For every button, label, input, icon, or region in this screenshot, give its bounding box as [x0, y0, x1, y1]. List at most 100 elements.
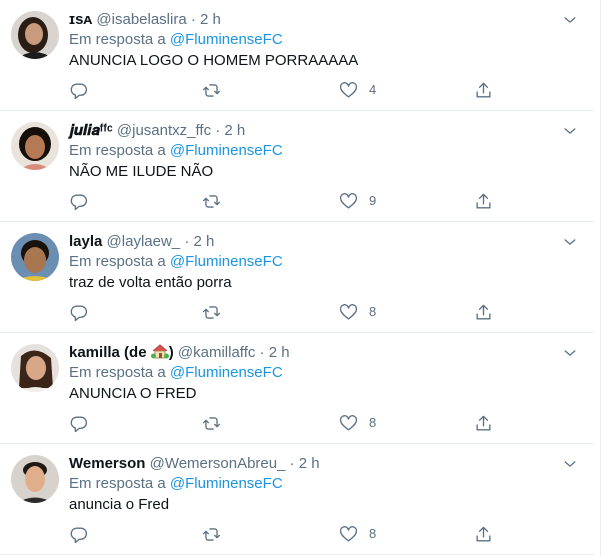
retweet-button[interactable] [202, 190, 221, 212]
share-button[interactable] [474, 412, 493, 434]
retweet-button[interactable] [202, 523, 221, 545]
avatar[interactable] [11, 455, 59, 503]
display-name[interactable]: layla [69, 233, 102, 250]
tweet-time[interactable]: 2 h [299, 455, 320, 472]
display-name-close: ) [168, 344, 174, 361]
reply-prefix: Em resposta a [69, 364, 166, 381]
avatar-photo [11, 11, 59, 59]
reply-button[interactable] [69, 190, 88, 212]
reply-context: Em resposta a @FluminenseFC [69, 252, 283, 272]
separator-dot: · [190, 11, 196, 28]
like-count: 8 [369, 526, 377, 541]
tweet-text: ANUNCIA O FRED [69, 385, 197, 402]
display-name[interactable]: Wemerson [69, 455, 145, 472]
chevron-down-icon [564, 17, 576, 23]
share-button[interactable] [474, 190, 493, 212]
reply-prefix: Em resposta a [69, 142, 166, 159]
tweet-actions: 8 [69, 523, 509, 545]
chevron-down-icon [564, 350, 576, 356]
retweet-icon [202, 305, 221, 319]
retweet-button[interactable] [202, 412, 221, 434]
tweet[interactable]: ɪsᴀ @isabelaslira · 2 h Em resposta a @F… [0, 0, 594, 111]
tweet-header: layla @laylaew_ · 2 h [69, 232, 558, 252]
share-icon [476, 415, 491, 431]
tweet-time[interactable]: 2 h [269, 344, 290, 361]
more-options-button[interactable] [560, 10, 580, 30]
user-handle[interactable]: @isabelaslira [96, 11, 186, 28]
reply-mention-link[interactable]: @FluminenseFC [170, 253, 283, 270]
reply-mention-link[interactable]: @FluminenseFC [170, 142, 283, 159]
tweet[interactable]: 𝒋𝒖𝒍𝒊𝒂ᶠᶠᶜ @jusantxz_ffc · 2 h Em resposta… [0, 111, 594, 222]
reply-button[interactable] [69, 79, 88, 101]
reply-button[interactable] [69, 412, 88, 434]
share-button[interactable] [474, 301, 493, 323]
retweet-icon [202, 194, 221, 208]
more-options-button[interactable] [560, 121, 580, 141]
heart-icon [339, 81, 358, 98]
reply-mention-link[interactable]: @FluminenseFC [170, 31, 283, 48]
tweet-header: 𝒋𝒖𝒍𝒊𝒂ᶠᶠᶜ @jusantxz_ffc · 2 h [69, 121, 558, 141]
tweet-actions: 4 [69, 79, 509, 101]
more-options-button[interactable] [560, 343, 580, 363]
user-handle[interactable]: @jusantxz_ffc [117, 122, 211, 139]
tweet-time[interactable]: 2 h [200, 11, 221, 28]
display-name[interactable]: 𝒋𝒖𝒍𝒊𝒂ᶠᶠᶜ [69, 122, 113, 139]
reply-mention-link[interactable]: @FluminenseFC [170, 364, 283, 381]
avatar-photo [11, 344, 59, 392]
share-button[interactable] [474, 523, 493, 545]
share-icon [476, 193, 491, 209]
avatar[interactable] [11, 11, 59, 59]
reply-button[interactable] [69, 301, 88, 323]
reply-prefix: Em resposta a [69, 253, 166, 270]
reply-context: Em resposta a @FluminenseFC [69, 141, 283, 161]
more-options-button[interactable] [560, 454, 580, 474]
retweet-button[interactable] [202, 79, 221, 101]
share-icon [476, 304, 491, 320]
reply-icon [70, 304, 88, 321]
tweet[interactable]: layla @laylaew_ · 2 h Em resposta a @Flu… [0, 222, 594, 333]
user-handle[interactable]: @laylaew_ [107, 233, 181, 250]
reply-prefix: Em resposta a [69, 31, 166, 48]
tweet-time[interactable]: 2 h [193, 233, 214, 250]
reply-icon [70, 526, 88, 543]
separator-dot: · [259, 344, 265, 361]
retweet-icon [202, 416, 221, 430]
reply-mention-link[interactable]: @FluminenseFC [170, 475, 283, 492]
tweet-header: Wemerson @WemersonAbreu_ · 2 h [69, 454, 558, 474]
share-button[interactable] [474, 79, 493, 101]
display-name[interactable]: ɪsᴀ [69, 11, 92, 28]
heart-icon [339, 414, 358, 431]
more-options-button[interactable] [560, 232, 580, 252]
house-with-garden-icon [150, 344, 169, 359]
like-button[interactable]: 4 [339, 79, 376, 101]
avatar-photo [11, 122, 59, 170]
avatar[interactable] [11, 233, 59, 281]
tweet-text: NÃO ME ILUDE NÃO [69, 163, 214, 180]
chevron-down-icon [564, 239, 576, 245]
reply-button[interactable] [69, 523, 88, 545]
avatar-photo [11, 233, 59, 281]
reply-context: Em resposta a @FluminenseFC [69, 474, 283, 494]
reply-icon [70, 415, 88, 432]
tweet[interactable]: kamilla (de ) @kamillaffc · 2 h Em respo… [0, 333, 594, 444]
avatar-photo [11, 455, 59, 503]
like-count: 4 [369, 82, 377, 97]
heart-icon [339, 525, 358, 542]
like-button[interactable]: 8 [339, 412, 376, 434]
display-name[interactable]: kamilla (de ) [69, 344, 174, 361]
retweet-button[interactable] [202, 301, 221, 323]
like-button[interactable]: 9 [339, 190, 376, 212]
like-count: 9 [369, 193, 377, 208]
retweet-icon [202, 527, 221, 541]
tweet-text: anuncia o Fred [69, 496, 170, 513]
avatar[interactable] [11, 122, 59, 170]
like-count: 8 [369, 415, 377, 430]
tweet-time[interactable]: 2 h [224, 122, 245, 139]
like-button[interactable]: 8 [339, 523, 376, 545]
user-handle[interactable]: @WemersonAbreu_ [150, 455, 286, 472]
avatar[interactable] [11, 344, 59, 392]
user-handle[interactable]: @kamillaffc [178, 344, 255, 361]
like-button[interactable]: 8 [339, 301, 376, 323]
tweet[interactable]: Wemerson @WemersonAbreu_ · 2 h Em respos… [0, 444, 594, 555]
heart-icon [339, 303, 358, 320]
